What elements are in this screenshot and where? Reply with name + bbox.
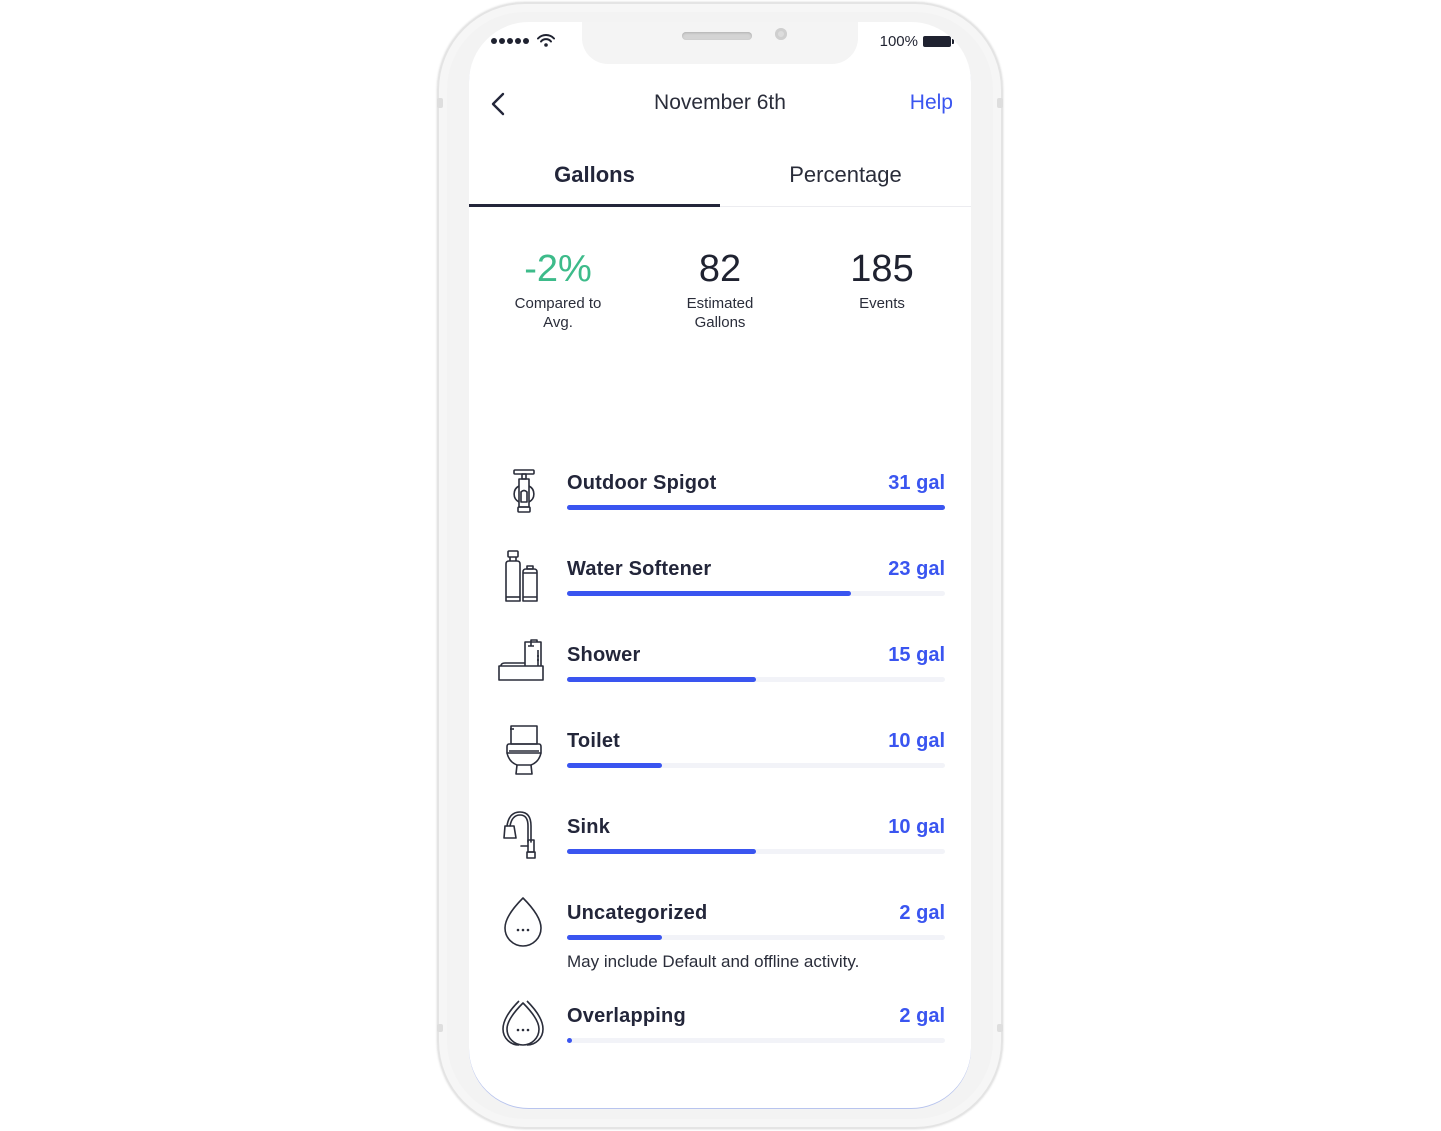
usage-bar-fill <box>567 1038 572 1043</box>
signal-strength-icon <box>491 37 529 44</box>
usage-value: 2 gal <box>899 1005 945 1027</box>
usage-name: Outdoor Spigot <box>567 472 717 494</box>
water-softener-icon <box>505 550 538 602</box>
phone-notch <box>582 22 858 64</box>
usage-value: 10 gal <box>888 730 945 752</box>
shower-icon <box>498 639 544 681</box>
usage-name: Overlapping <box>567 1005 686 1027</box>
speaker-grille <box>682 32 752 40</box>
usage-bar-fill <box>567 763 662 768</box>
phone-side-button <box>437 98 443 108</box>
usage-bar-fill <box>567 505 945 510</box>
navigation-bar: November 6th Help <box>469 84 971 124</box>
usage-bar-track <box>567 1038 945 1043</box>
stat-estimated-gallons: 82 Estimated Gallons <box>639 246 801 332</box>
app-screen: 100% November 6th Help Gallons Percentag… <box>469 22 971 1108</box>
usage-bar-track <box>567 505 945 510</box>
phone-side-button <box>997 98 1003 108</box>
page-title: November 6th <box>654 91 786 114</box>
usage-bar-fill <box>567 935 662 940</box>
spigot-icon <box>513 469 535 513</box>
usage-value: 2 gal <box>899 902 945 924</box>
overlapping-drops-icon <box>502 1000 544 1046</box>
stat-events: 185 Events <box>801 246 963 332</box>
stat-label: Events <box>859 295 905 312</box>
phone-side-button <box>997 1024 1003 1032</box>
front-camera <box>775 28 787 40</box>
stat-label: Compared to Avg. <box>514 295 602 331</box>
battery-percentage: 100% <box>879 33 918 50</box>
help-link[interactable]: Help <box>910 91 953 115</box>
stat-value: 185 <box>850 248 914 290</box>
usage-value: 15 gal <box>888 644 945 666</box>
usage-bar-track <box>567 763 945 768</box>
usage-name: Toilet <box>567 730 621 752</box>
usage-name: Uncategorized <box>567 902 708 924</box>
tab-gallons[interactable]: Gallons <box>469 152 720 207</box>
wifi-icon <box>537 34 555 47</box>
phone-side-button <box>437 1024 443 1032</box>
stat-compared-to-avg: -2% Compared to Avg. <box>477 246 639 332</box>
usage-bar-track <box>567 591 945 596</box>
status-bar-left <box>491 34 555 47</box>
usage-value: 31 gal <box>888 472 945 494</box>
usage-note: May include Default and offline activity… <box>567 952 860 971</box>
usage-bar-fill <box>567 677 756 682</box>
usage-bar-track <box>567 677 945 682</box>
battery-icon <box>923 36 954 47</box>
stat-value: 82 <box>698 248 742 290</box>
usage-bar-fill <box>567 591 851 596</box>
water-drop-ellipsis-icon <box>504 897 542 947</box>
usage-bar-fill <box>567 849 756 854</box>
summary-stats: -2% Compared to Avg. 82 Estimated Gallon… <box>469 246 971 332</box>
usage-name: Water Softener <box>567 558 712 580</box>
unit-tabs: Gallons Percentage <box>469 152 971 207</box>
stat-label: Estimated Gallons <box>686 295 754 331</box>
usage-value: 10 gal <box>888 816 945 838</box>
usage-name: Shower <box>567 644 641 666</box>
usage-bar-track <box>567 935 945 940</box>
status-bar-right: 100% <box>879 33 954 50</box>
usage-value: 23 gal <box>888 558 945 580</box>
stat-value: -2% <box>524 248 592 290</box>
tab-percentage[interactable]: Percentage <box>720 152 971 206</box>
usage-name: Sink <box>567 816 611 838</box>
sink-faucet-icon <box>503 811 536 859</box>
usage-bar-track <box>567 849 945 854</box>
toilet-icon <box>506 725 542 775</box>
